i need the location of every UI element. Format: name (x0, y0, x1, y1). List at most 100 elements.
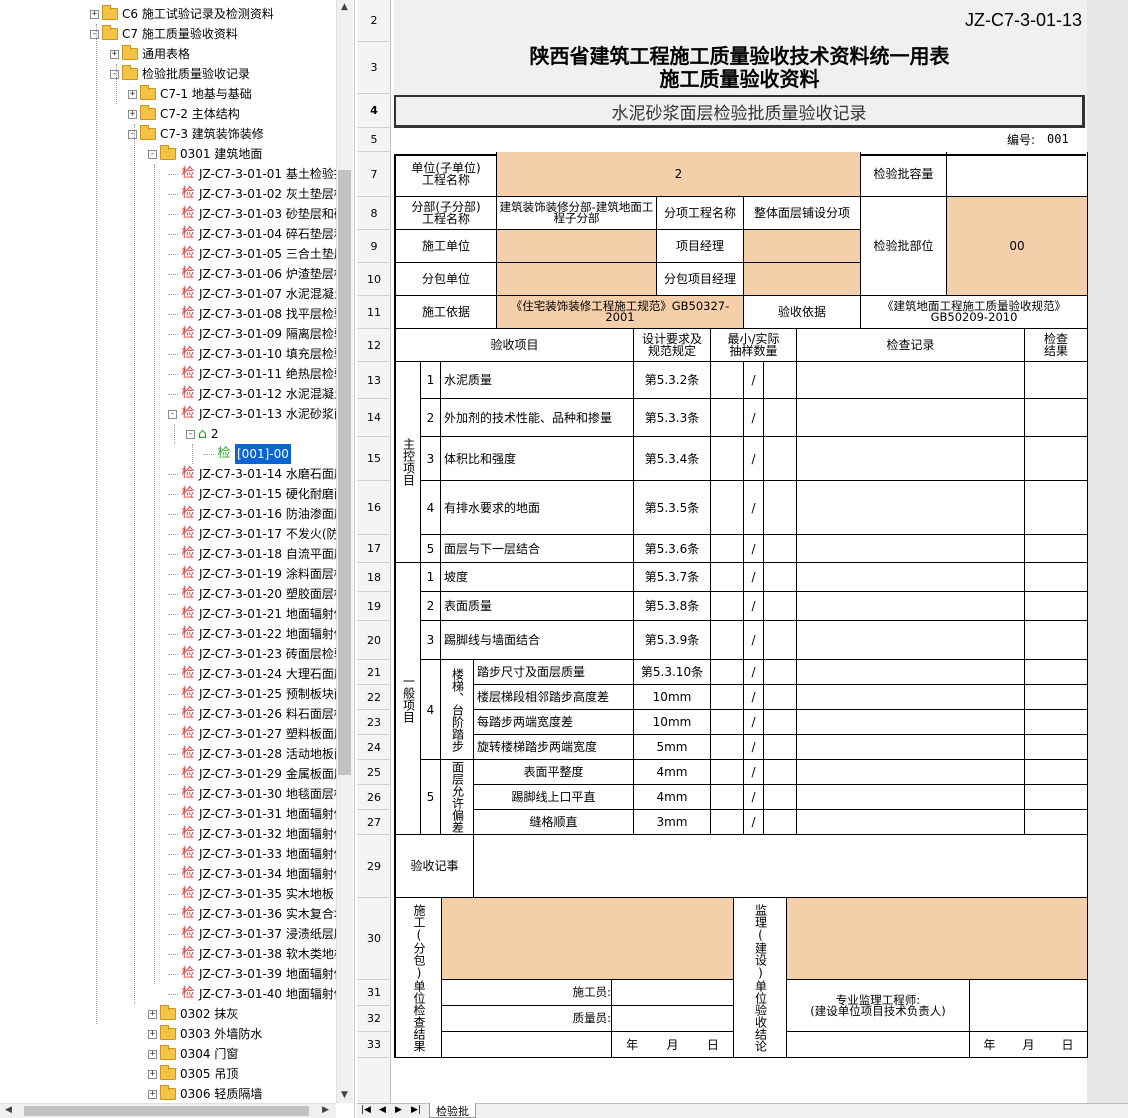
tree-node-label[interactable]: JZ-C7-3-01-35 实木地板 (199, 884, 334, 904)
tree-node[interactable]: 检 JZ-C7-3-01-19 涂料面层检 (168, 564, 346, 584)
row-number[interactable]: 17 (357, 535, 391, 563)
stair-item-actual[interactable] (764, 685, 797, 710)
row-number[interactable]: 9 (357, 230, 391, 263)
tree-node[interactable]: 检 JZ-C7-3-01-30 地毯面层检 (168, 784, 346, 804)
tree-node-label[interactable]: JZ-C7-3-01-15 硬化耐磨面 (199, 484, 346, 504)
tree-node[interactable]: - 检验批质量验收记录 (110, 64, 250, 84)
tree-node[interactable]: 检 JZ-C7-3-01-01 基土检验批 (168, 164, 346, 184)
general-item-result[interactable] (1025, 563, 1088, 592)
tree-node-label[interactable]: JZ-C7-3-01-28 活动地板面 (199, 744, 346, 764)
dev-item-record[interactable] (797, 785, 1025, 810)
tree-node-label[interactable]: 0302 抹灰 (180, 1004, 238, 1024)
stair-item-record[interactable] (797, 710, 1025, 735)
tree-node[interactable]: 检 JZ-C7-3-01-33 地面辐射供 (168, 844, 346, 864)
tree-node-label[interactable]: JZ-C7-3-01-01 基土检验批 (199, 164, 346, 184)
stair-item-record[interactable] (797, 735, 1025, 760)
tree-node[interactable]: 检 JZ-C7-3-01-36 实木复合地 (168, 904, 346, 924)
row-number[interactable]: 22 (357, 685, 391, 710)
tree-node-label[interactable]: 检验批质量验收记录 (142, 64, 250, 84)
division-value[interactable]: 建筑装饰装修分部-建筑地面工程子分部 (497, 197, 657, 230)
row-number[interactable]: 11 (357, 296, 391, 329)
tree-node[interactable]: +0304 门窗 (148, 1044, 238, 1064)
tree-node-label[interactable]: JZ-C7-3-01-10 填充层检验 (199, 344, 346, 364)
row-number[interactable]: 4 (357, 94, 391, 128)
tree-node[interactable]: 检 JZ-C7-3-01-10 填充层检验 (168, 344, 346, 364)
tree-node[interactable]: + C6 施工试验记录及检测资料 (90, 4, 274, 24)
scroll-right-arrow-icon[interactable]: ▶ (322, 1105, 329, 1115)
tree-node-label[interactable]: JZ-C7-3-01-33 地面辐射供 (199, 844, 346, 864)
general-item-min[interactable] (711, 621, 744, 660)
tree-node-label[interactable]: JZ-C7-3-01-17 不发火(防 (199, 524, 339, 544)
tree-node-label[interactable]: JZ-C7-3-01-27 塑料板面层 (199, 724, 346, 744)
quality-sign[interactable] (612, 1006, 734, 1032)
general-item-min[interactable] (711, 592, 744, 621)
next-sheet-icon[interactable]: ▶ (395, 1105, 402, 1115)
main-item-result[interactable] (1025, 437, 1088, 481)
expand-toggle-icon[interactable]: + (148, 1089, 157, 1099)
tree-node[interactable]: 检 JZ-C7-3-01-28 活动地板面 (168, 744, 346, 764)
row-number[interactable]: 14 (357, 399, 391, 437)
tree-node[interactable]: 检 JZ-C7-3-01-32 地面辐射供 (168, 824, 346, 844)
tree-node-label[interactable]: JZ-C7-3-01-16 防油渗面层 (199, 504, 346, 524)
row-number[interactable]: 3 (357, 42, 391, 94)
tree-node[interactable]: 检 JZ-C7-3-01-22 地面辐射供 (168, 624, 346, 644)
row-number[interactable]: 20 (357, 621, 391, 660)
main-item-actual[interactable] (764, 399, 797, 437)
contractor-result-value[interactable] (442, 898, 734, 980)
tree-node-label[interactable]: JZ-C7-3-01-30 地毯面层检 (199, 784, 346, 804)
tree-node-label[interactable]: JZ-C7-3-01-11 绝热层检验 (199, 364, 346, 384)
row-number[interactable]: 5 (357, 128, 391, 152)
general-item-result[interactable] (1025, 621, 1088, 660)
tree-node[interactable]: 检 JZ-C7-3-01-18 自流平面层 (168, 544, 346, 564)
expand-toggle-icon[interactable]: + (110, 49, 119, 59)
tree-node[interactable]: 检 JZ-C7-3-01-35 实木地板 (168, 884, 334, 904)
stair-item-min[interactable] (711, 735, 744, 760)
dev-item-record[interactable] (797, 810, 1025, 835)
row-number[interactable]: 26 (357, 785, 391, 810)
tree-node-label[interactable]: JZ-C7-3-01-36 实木复合地 (199, 904, 346, 924)
row-number[interactable]: 24 (357, 735, 391, 760)
dev-item-min[interactable] (711, 785, 744, 810)
dev-item-actual[interactable] (764, 810, 797, 835)
expand-toggle-icon[interactable]: + (90, 9, 99, 19)
basis-value[interactable]: 《住宅装饰装修工程施工规范》GB50327-2001 (497, 296, 744, 329)
tree-node-label[interactable]: JZ-C7-3-01-38 软木类地板 (199, 944, 346, 964)
location-value[interactable]: 00 (947, 197, 1088, 296)
main-item-result[interactable] (1025, 535, 1088, 563)
row-number[interactable]: 15 (357, 437, 391, 481)
tree-node-label[interactable]: JZ-C7-3-01-25 预制板块面 (199, 684, 346, 704)
row-number[interactable]: 16 (357, 481, 391, 535)
general-item-actual[interactable] (764, 592, 797, 621)
tree-node[interactable]: 检 JZ-C7-3-01-27 塑料板面层 (168, 724, 346, 744)
tree-node[interactable]: 检 [001]-00 (204, 444, 291, 464)
dev-item-record[interactable] (797, 760, 1025, 785)
main-item-result[interactable] (1025, 481, 1088, 535)
main-item-min[interactable] (711, 362, 744, 399)
main-item-min[interactable] (711, 437, 744, 481)
tree-node-label[interactable]: JZ-C7-3-01-07 水泥混凝土 (199, 284, 346, 304)
dev-item-result[interactable] (1025, 760, 1088, 785)
collapse-toggle-icon[interactable]: - (90, 29, 99, 39)
stair-item-min[interactable] (711, 660, 744, 685)
general-item-record[interactable] (797, 563, 1025, 592)
dev-item-actual[interactable] (764, 785, 797, 810)
serial-value[interactable]: 001 (1045, 129, 1085, 149)
tree-node[interactable]: 检 JZ-C7-3-01-40 地面辐射供 (168, 984, 346, 1004)
stair-item-record[interactable] (797, 660, 1025, 685)
tree-node[interactable]: 检 JZ-C7-3-01-29 金属板面层 (168, 764, 346, 784)
expand-toggle-icon[interactable]: + (148, 1049, 157, 1059)
row-number[interactable]: 2 (357, 0, 391, 42)
capacity-value[interactable] (947, 152, 1088, 197)
tree-node-label[interactable]: JZ-C7-3-01-26 料石面层检 (199, 704, 346, 724)
tree-node-label[interactable]: JZ-C7-3-01-20 塑胶面层检 (199, 584, 346, 604)
tree-node-label[interactable]: JZ-C7-3-01-23 砖面层检验 (199, 644, 346, 664)
tree-node-label[interactable]: JZ-C7-3-01-18 自流平面层 (199, 544, 346, 564)
row-number[interactable]: 12 (357, 329, 391, 362)
remarks-value[interactable] (474, 835, 1088, 898)
tree-horizontal-scroll-thumb[interactable] (24, 1106, 309, 1116)
general-item-actual[interactable] (764, 621, 797, 660)
tree-node[interactable]: 检 JZ-C7-3-01-12 水泥混凝土 (168, 384, 346, 404)
contractor-date[interactable]: 年月日 (612, 1032, 734, 1058)
tree-node[interactable]: - C7 施工质量验收资料 (90, 24, 238, 44)
tree-node-label[interactable]: JZ-C7-3-01-39 地面辐射供 (199, 964, 346, 984)
